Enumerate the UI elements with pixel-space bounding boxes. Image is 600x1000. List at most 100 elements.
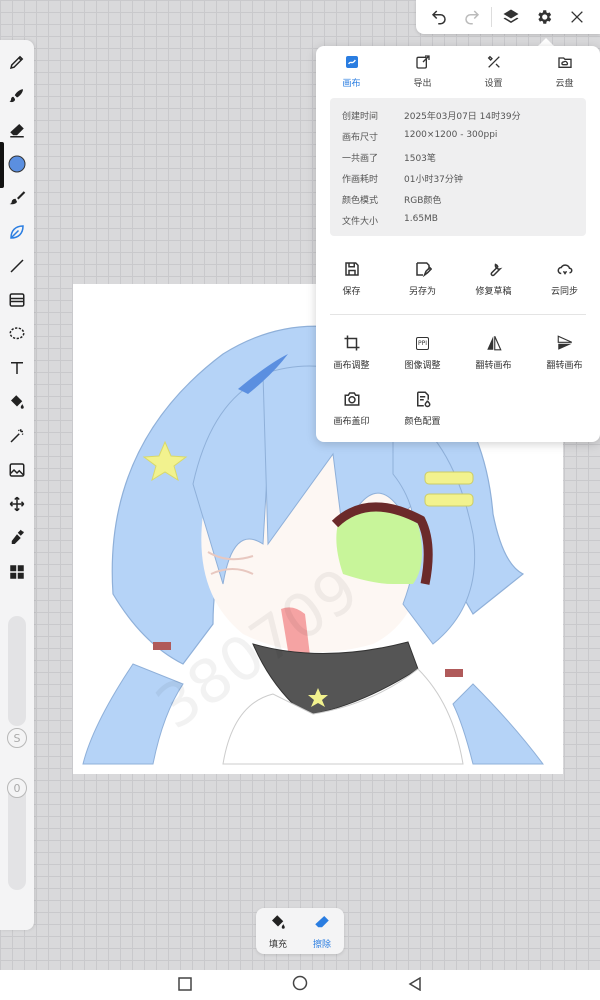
save-as-icon [412, 258, 434, 280]
image-import-icon[interactable] [3, 456, 31, 484]
recents-square-icon[interactable] [178, 976, 192, 995]
file-actions-row: 保存 另存为 修复草稿 云同步 [316, 258, 600, 297]
image-adjust-label: 图像调整 [404, 361, 441, 371]
canvas-stamp-label: 画布盖印 [333, 417, 370, 427]
canvas-adjust-button[interactable]: 画布调整 [316, 332, 387, 371]
magic-wand-icon[interactable] [3, 422, 31, 450]
info-row-strokes: 一共画了 1503笔 [342, 151, 436, 167]
fill-label: 填充 [268, 939, 287, 950]
flip-canvas-horizontal-label: 翻转画布 [475, 361, 512, 371]
save-icon [341, 258, 363, 280]
info-row-created: 创建时间 2025年03月07日 14时39分 [342, 109, 521, 125]
text-tool-icon[interactable] [3, 354, 31, 382]
info-value: RGB颜色 [404, 196, 442, 206]
top-toolbar [416, 0, 600, 34]
info-value: 01小时37分钟 [404, 175, 463, 185]
flip-canvas-horizontal-button[interactable]: 翻转画布 [458, 332, 529, 371]
leaf-brush-tool-icon[interactable] [3, 218, 31, 246]
canvas-actions-row: 画布调整 PPI 图像调整 翻转画布 翻转画布 [316, 332, 600, 371]
panel-tabs: 画布 导出 设置 云盘 [316, 54, 600, 90]
repair-draft-button[interactable]: 修复草稿 [458, 258, 529, 297]
gear-icon[interactable] [530, 3, 558, 31]
tab-settings-label: 设置 [484, 79, 503, 89]
flip-vertical-icon [554, 332, 576, 354]
tab-cloud[interactable]: 云盘 [529, 54, 600, 90]
smudge-tool-icon[interactable] [3, 184, 31, 212]
color-config-icon [412, 388, 434, 410]
eyedropper-icon[interactable] [3, 524, 31, 552]
eraser-icon [313, 913, 331, 935]
flip-horizontal-icon [483, 332, 505, 354]
pen-tool-icon[interactable] [3, 48, 31, 76]
fill-button[interactable]: 填充 [269, 913, 287, 950]
tab-settings[interactable]: 设置 [458, 54, 529, 90]
save-as-label: 另存为 [408, 287, 436, 297]
save-as-button[interactable]: 另存为 [387, 258, 458, 297]
canvas-tab-icon [344, 54, 360, 74]
info-key: 画布尺寸 [342, 133, 379, 143]
info-value: 1200×1200 - 300ppi [404, 130, 498, 140]
system-nav-bar [0, 970, 600, 1000]
wrench-icon [483, 258, 505, 280]
bottom-tool-bar: 填充 擦除 [256, 908, 344, 954]
lasso-tool-icon[interactable] [3, 320, 31, 348]
info-row-file-size: 文件大小 1.65MB [342, 214, 438, 230]
redo-icon[interactable] [458, 3, 486, 31]
cloud-folder-icon [557, 54, 573, 74]
save-button[interactable]: 保存 [316, 258, 387, 297]
erase-label: 擦除 [312, 939, 331, 950]
info-row-color-mode: 颜色模式 RGB颜色 [342, 193, 441, 209]
canvas-adjust-label: 画布调整 [333, 361, 370, 371]
cloud-sync-button[interactable]: 云同步 [529, 258, 600, 297]
info-key: 颜色模式 [342, 196, 379, 206]
undo-icon[interactable] [425, 3, 453, 31]
brush-size-slider[interactable] [8, 616, 26, 726]
color-swatch[interactable] [3, 150, 31, 178]
save-label: 保存 [342, 287, 361, 297]
tab-canvas[interactable]: 画布 [316, 54, 387, 90]
info-key: 作画耗时 [342, 175, 379, 185]
brush-opacity-knob[interactable]: 0 [7, 778, 27, 798]
info-key: 一共画了 [342, 154, 379, 164]
tab-export[interactable]: 导出 [387, 54, 458, 90]
canvas-stamp-button[interactable]: 画布盖印 [316, 388, 387, 427]
brush-tool-icon[interactable] [3, 82, 31, 110]
back-triangle-icon[interactable] [408, 976, 422, 995]
left-toolbar: S 0 [0, 40, 34, 930]
ppi-icon-text: PPI [415, 336, 429, 350]
info-row-size: 画布尺寸 1200×1200 - 300ppi [342, 130, 497, 146]
eraser-tool-icon[interactable] [3, 116, 31, 144]
transform-icon[interactable] [3, 490, 31, 518]
export-icon [415, 54, 431, 74]
grid-tool-icon[interactable] [3, 558, 31, 586]
image-adjust-button[interactable]: PPI 图像调整 [387, 332, 458, 371]
gradient-tool-icon[interactable] [3, 286, 31, 314]
color-config-label: 颜色配置 [404, 417, 441, 427]
fill-bucket-icon [269, 913, 287, 935]
flip-canvas-vertical-label: 翻转画布 [546, 361, 583, 371]
line-tool-icon[interactable] [3, 252, 31, 280]
fill-bucket-icon[interactable] [3, 388, 31, 416]
panel-divider [330, 314, 586, 315]
color-config-button[interactable]: 颜色配置 [387, 388, 458, 427]
info-value: 2025年03月07日 14时39分 [404, 112, 521, 122]
ppi-icon: PPI [412, 332, 434, 354]
info-value: 1503笔 [404, 154, 436, 164]
flip-canvas-vertical-button[interactable]: 翻转画布 [529, 332, 600, 371]
panel-caret [538, 38, 554, 46]
layers-icon[interactable] [497, 3, 525, 31]
home-circle-icon[interactable] [292, 975, 308, 995]
canvas-settings-panel: 画布 导出 设置 云盘 创建时间 2025年03月07日 14时39分 画布尺寸… [316, 46, 600, 442]
canvas-info-box: 创建时间 2025年03月07日 14时39分 画布尺寸 1200×1200 -… [330, 98, 586, 236]
erase-button[interactable]: 擦除 [313, 913, 331, 950]
tab-canvas-label: 画布 [342, 79, 361, 89]
cloud-sync-icon [554, 258, 576, 280]
extra-actions-row: 画布盖印 颜色配置 [316, 388, 600, 427]
info-value: 1.65MB [404, 214, 438, 224]
tab-export-label: 导出 [413, 79, 432, 89]
repair-draft-label: 修复草稿 [475, 287, 512, 297]
brush-size-knob[interactable]: S [7, 728, 27, 748]
crop-icon [341, 332, 363, 354]
close-icon[interactable] [563, 3, 591, 31]
toolbar-divider [490, 7, 492, 27]
